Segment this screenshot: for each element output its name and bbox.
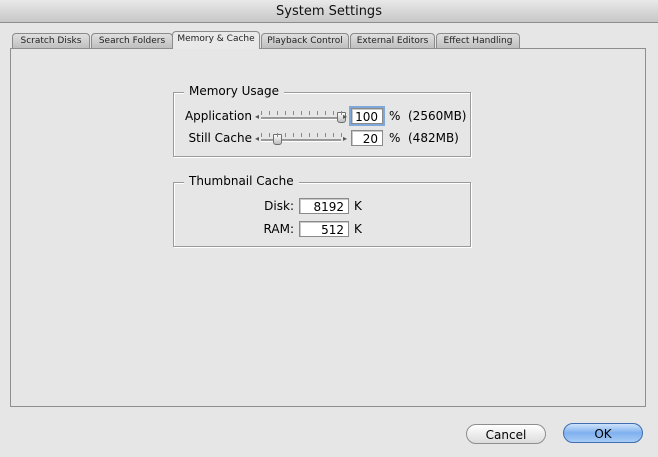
application-percent-field[interactable]: 100 <box>349 106 385 126</box>
slider-tick <box>269 133 270 137</box>
tab-external-editors[interactable]: External Editors <box>350 33 435 49</box>
application-mb-detail: (2560MB) <box>408 109 467 123</box>
slider-right-arrow-icon: ▸ <box>342 134 347 143</box>
disk-cache-field[interactable]: 8192 <box>299 198 349 214</box>
slider-tick <box>301 111 302 115</box>
cancel-button[interactable]: Cancel <box>466 424 546 444</box>
slider-tick <box>285 133 286 137</box>
still-cache-label: Still Cache <box>188 131 252 145</box>
slider-tick <box>277 111 278 115</box>
tab-effect-handling[interactable]: Effect Handling <box>436 33 520 49</box>
title-bar[interactable]: System Settings <box>0 0 658 23</box>
slider-tick <box>341 111 342 115</box>
application-label: Application <box>184 109 252 123</box>
window-title: System Settings <box>276 4 382 19</box>
thumbnail-cache-title: Thumbnail Cache <box>184 174 299 188</box>
slider-tick <box>261 111 262 115</box>
still-cache-slider[interactable]: ◂ ▸ <box>255 133 347 147</box>
slider-tick <box>293 133 294 137</box>
ram-unit: K <box>354 222 362 236</box>
disk-label: Disk: <box>264 199 294 213</box>
slider-left-arrow-icon: ◂ <box>255 134 260 143</box>
slider-tick <box>285 111 286 115</box>
slider-tick <box>293 111 294 115</box>
slider-tick <box>333 133 334 137</box>
slider-track <box>261 117 341 120</box>
slider-tick <box>341 133 342 137</box>
slider-tick <box>317 133 318 137</box>
slider-tick <box>333 111 334 115</box>
still-cache-percent-field[interactable]: 20 <box>351 130 383 146</box>
slider-tick <box>317 111 318 115</box>
slider-right-arrow-icon: ▸ <box>342 112 347 121</box>
tab-memory-cache[interactable]: Memory & Cache <box>172 31 260 49</box>
memory-cache-panel: Memory Usage Application ◂ ▸ 100 % (2560… <box>10 48 646 407</box>
slider-left-arrow-icon: ◂ <box>255 112 260 121</box>
tab-playback-control[interactable]: Playback Control <box>261 33 349 49</box>
ram-label: RAM: <box>263 222 294 236</box>
slider-tick <box>325 111 326 115</box>
slider-tick <box>301 133 302 137</box>
thumbnail-cache-group: Thumbnail Cache Disk: 8192 K RAM: 512 K <box>173 174 471 247</box>
slider-tick <box>309 133 310 137</box>
slider-tick <box>277 133 278 137</box>
slider-tick <box>261 133 262 137</box>
application-slider[interactable]: ◂ ▸ <box>255 111 347 125</box>
ram-cache-field[interactable]: 512 <box>299 221 349 237</box>
ok-button[interactable]: OK <box>563 423 643 443</box>
slider-tick <box>269 111 270 115</box>
still-cache-percent-unit: % <box>389 131 401 145</box>
application-percent-unit: % <box>389 109 401 123</box>
still-cache-mb-detail: (482MB) <box>408 131 459 145</box>
memory-usage-title: Memory Usage <box>184 84 285 98</box>
system-settings-window: System Settings Scratch Disks Search Fol… <box>0 0 658 457</box>
slider-tick <box>309 111 310 115</box>
tab-search-folders[interactable]: Search Folders <box>91 33 173 49</box>
slider-tick <box>325 133 326 137</box>
disk-unit: K <box>354 199 362 213</box>
memory-usage-group: Memory Usage Application ◂ ▸ 100 % (2560… <box>173 84 471 157</box>
tab-scratch-disks[interactable]: Scratch Disks <box>12 33 90 49</box>
